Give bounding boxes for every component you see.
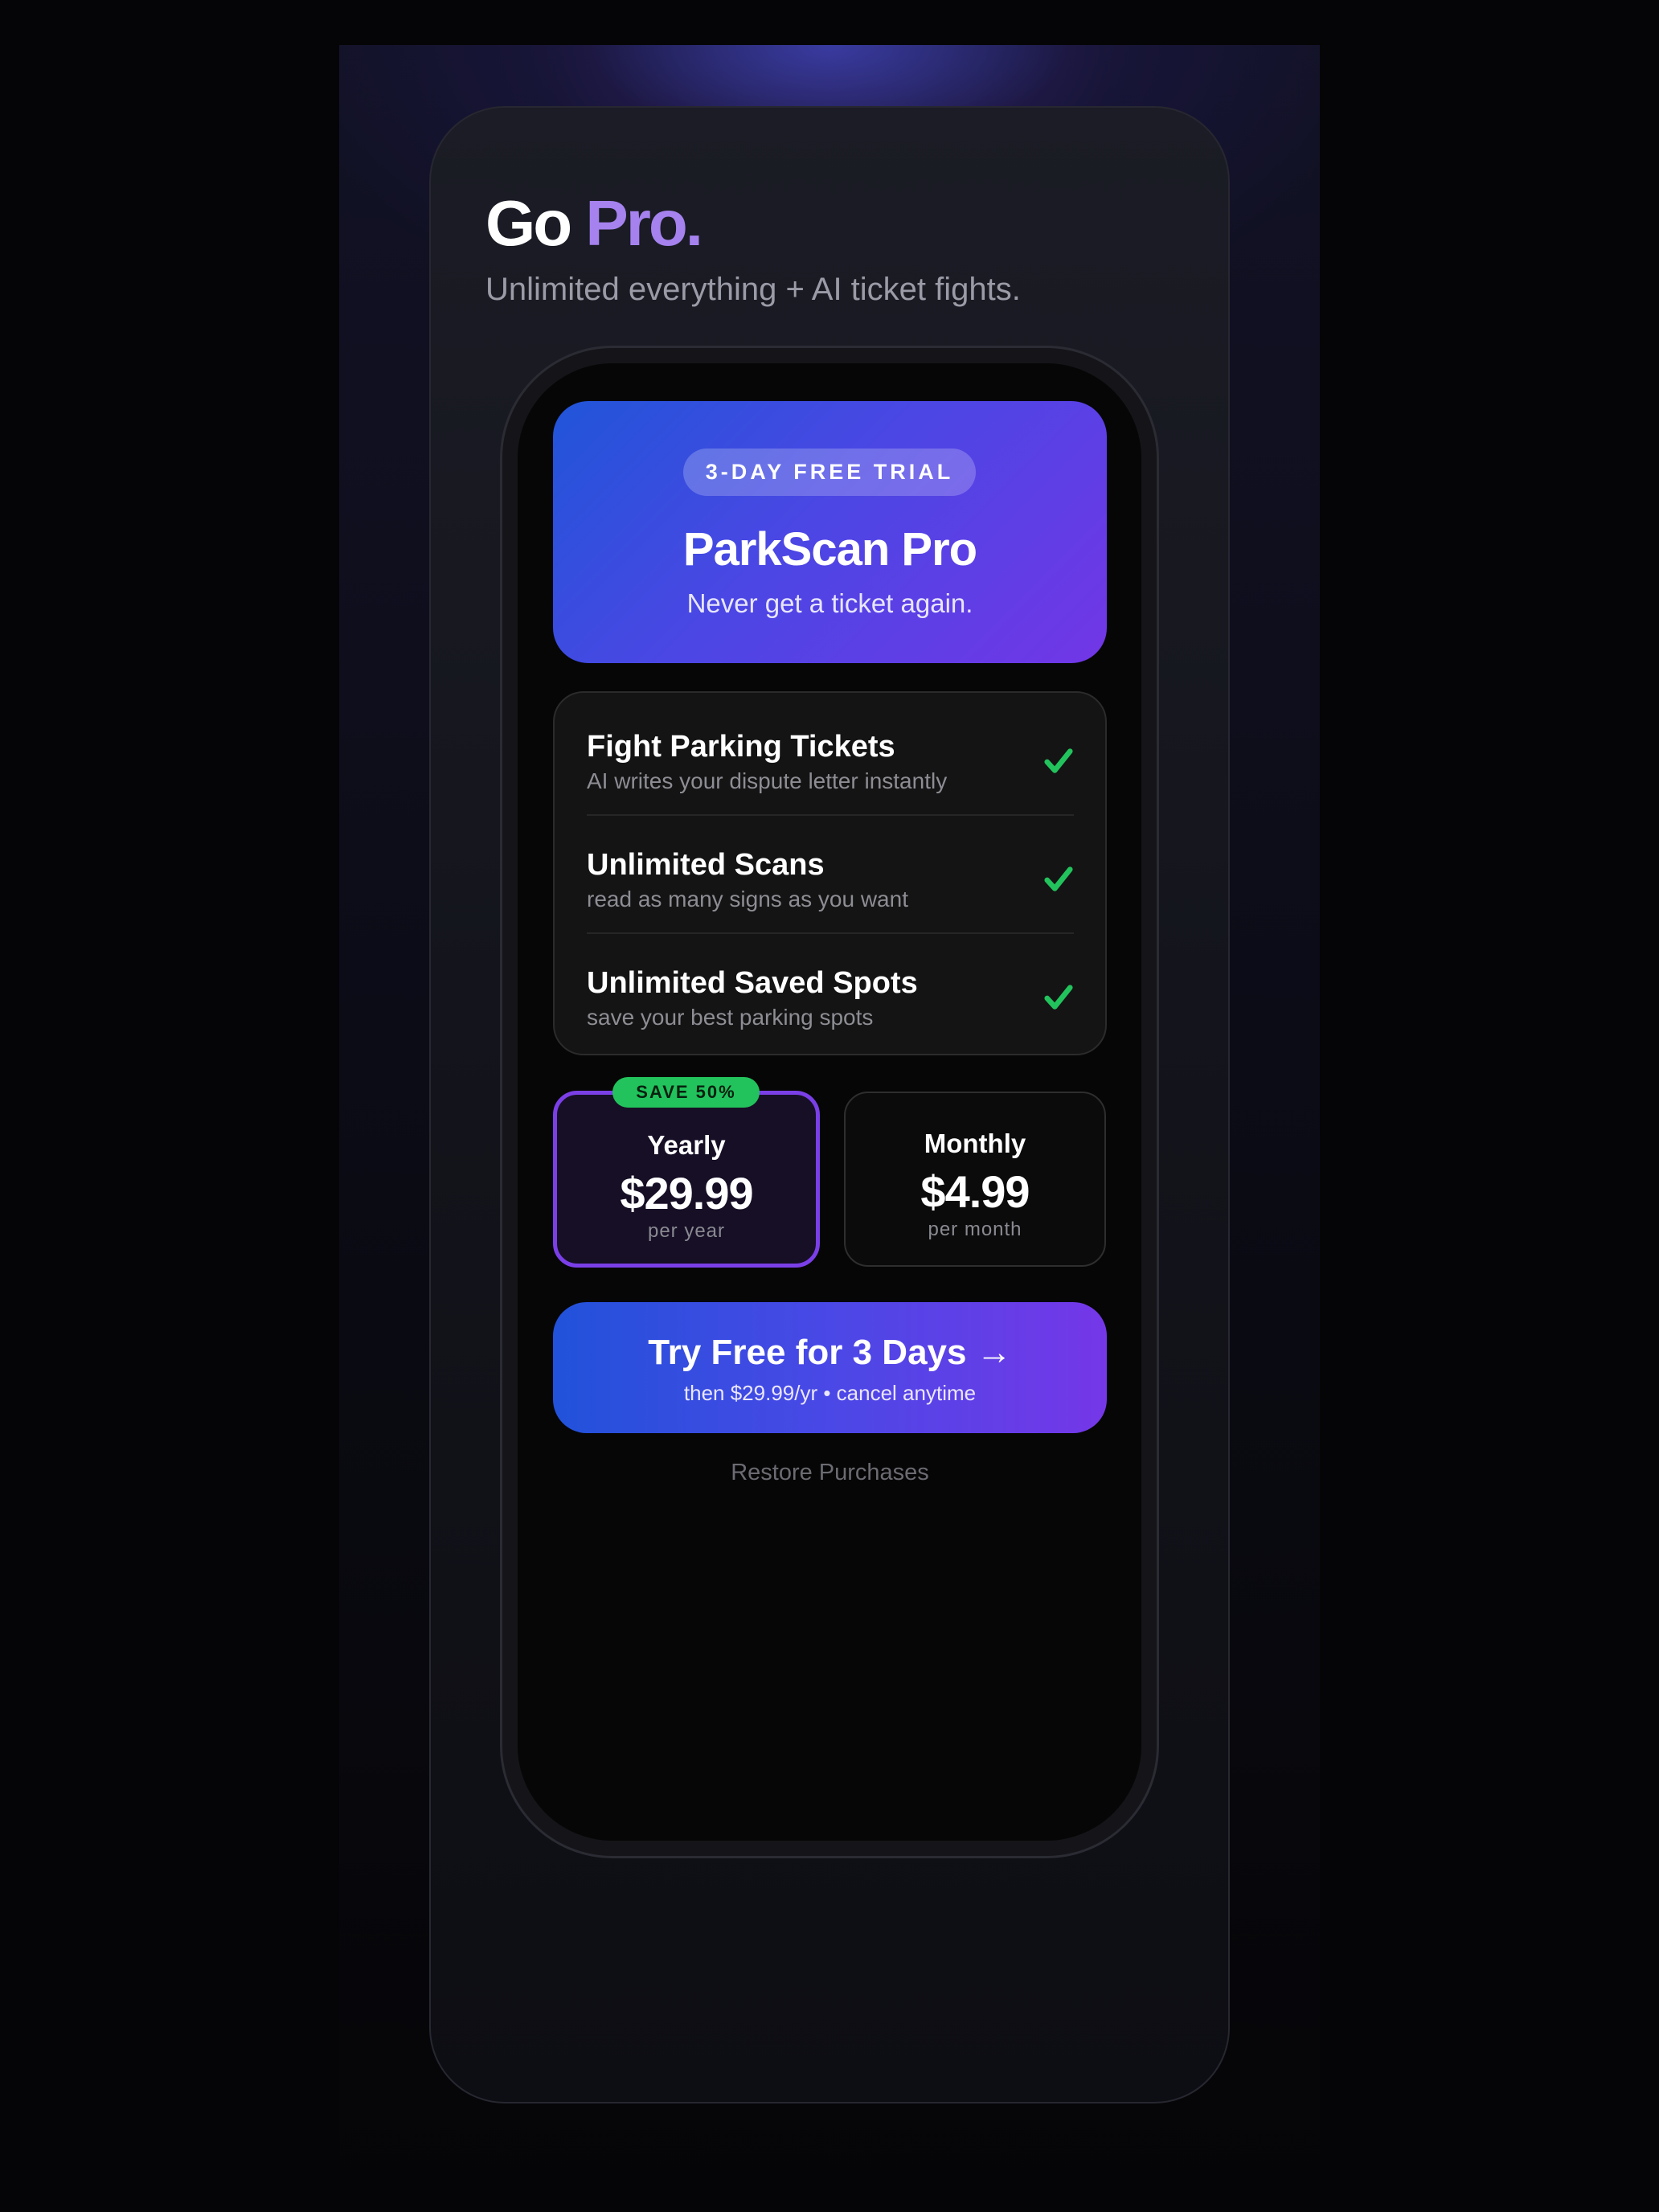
feature-name: Unlimited Saved Spots [587, 966, 918, 1000]
plan-price: $29.99 [620, 1168, 753, 1219]
free-trial-badge: 3-DAY FREE TRIAL [683, 449, 976, 496]
start-trial-button[interactable]: Try Free for 3 Days → then $29.99/yr • c… [553, 1302, 1107, 1433]
check-icon [1044, 748, 1073, 773]
plan-yearly-option[interactable]: Yearly $29.99 per year [553, 1091, 820, 1268]
feature-desc: read as many signs as you want [587, 887, 908, 911]
feature-list: Fight Parking Tickets AI writes your dis… [553, 691, 1107, 1055]
feature-item: Unlimited Scans read as many signs as yo… [587, 843, 1074, 961]
page-subtitle: Unlimited everything + AI ticket fights. [485, 272, 1021, 307]
plan-name: Monthly [924, 1129, 1026, 1158]
page-title: Go Pro. [485, 183, 703, 264]
plan-monthly-option[interactable]: Monthly $4.99 per month [844, 1092, 1106, 1267]
plan-period: per month [928, 1219, 1022, 1240]
restore-purchases-link[interactable]: Restore Purchases [553, 1460, 1107, 1486]
title-pro: Pro. [585, 187, 703, 259]
plan-period: per year [647, 1220, 726, 1242]
divider [587, 814, 1074, 816]
check-icon [1044, 866, 1073, 891]
cta-sublabel: then $29.99/yr • cancel anytime [683, 1381, 977, 1405]
feature-item: Unlimited Saved Spots save your best par… [587, 961, 1074, 1079]
check-icon [1044, 985, 1073, 1010]
divider [587, 932, 1074, 934]
title-go: Go [485, 187, 572, 259]
feature-desc: AI writes your dispute letter instantly [587, 768, 948, 793]
cta-label: Try Free for 3 Days → [648, 1333, 1012, 1372]
hero-subtitle: Never get a ticket again. [686, 588, 973, 618]
plan-name: Yearly [647, 1130, 726, 1160]
feature-item: Fight Parking Tickets AI writes your dis… [587, 725, 1074, 842]
save-badge: SAVE 50% [612, 1077, 760, 1108]
feature-desc: save your best parking spots [587, 1005, 874, 1030]
plan-price: $4.99 [920, 1166, 1030, 1217]
hero-title: ParkScan Pro [682, 523, 977, 576]
feature-name: Fight Parking Tickets [587, 730, 895, 764]
hero-banner: 3-DAY FREE TRIAL ParkScan Pro Never get … [553, 401, 1107, 663]
feature-name: Unlimited Scans [587, 848, 825, 882]
